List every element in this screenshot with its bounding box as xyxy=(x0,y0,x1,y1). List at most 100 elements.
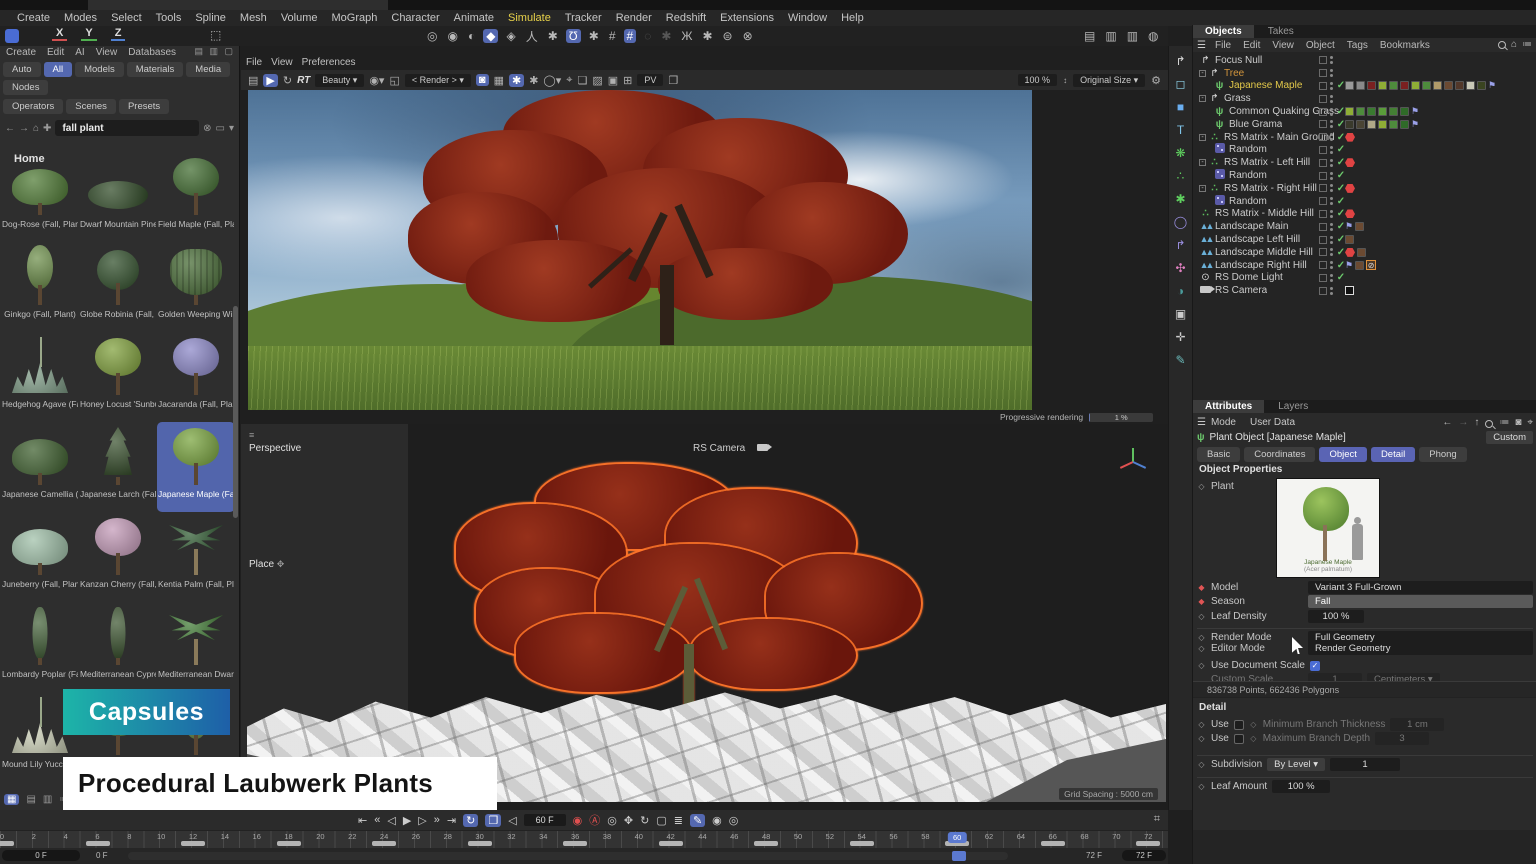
null-object-icon[interactable]: ↱ xyxy=(1175,54,1185,68)
menu-simulate[interactable]: Simulate xyxy=(501,12,558,24)
attributes-menu-mode[interactable]: Mode xyxy=(1211,417,1236,428)
grid-view-icon[interactable]: ▦ xyxy=(4,794,19,805)
object-row-japanese-maple[interactable]: ψJapanese Maple✓⚑ xyxy=(1193,80,1536,93)
object-tags[interactable] xyxy=(1345,133,1355,142)
subdivision-field[interactable]: 1 xyxy=(1330,758,1400,771)
key-diamond-icon[interactable]: ◇ xyxy=(1197,661,1206,670)
previous-key-icon[interactable]: « xyxy=(374,814,380,826)
visibility-toggles[interactable]: ✓ xyxy=(1319,183,1346,194)
object-row-landscape-main[interactable]: ▲▲Landscape Main✓⚑ xyxy=(1193,220,1536,233)
object-tags[interactable]: ⚑ xyxy=(1345,107,1419,116)
visibility-toggles[interactable]: ✓ xyxy=(1319,106,1346,117)
leaf-amount-field[interactable]: 100 % xyxy=(1272,780,1330,793)
filter-icon[interactable]: ≔ xyxy=(1499,417,1509,428)
timeline-ruler[interactable]: 0246810121416182022242628303234363840424… xyxy=(0,830,1168,849)
visibility-toggles[interactable]: ✓ xyxy=(1319,272,1346,283)
visibility-toggles[interactable]: ✓ xyxy=(1319,119,1346,130)
asset-item-hedgehog-agave-fall[interactable]: Hedgehog Agave (Fall... xyxy=(1,332,79,422)
keyframe-marker[interactable] xyxy=(277,841,301,846)
loop-icon[interactable]: ↻ xyxy=(463,814,478,827)
asset-tab-presets[interactable]: Presets xyxy=(119,99,169,114)
use-max-branch-checkbox[interactable] xyxy=(1234,734,1244,744)
grid-snap-settings-icon[interactable]: # xyxy=(624,29,637,43)
object-tags[interactable]: ⚑⊘ xyxy=(1345,260,1376,270)
field-object-icon[interactable]: ✣ xyxy=(1175,261,1185,275)
object-row-rs-camera[interactable]: RS Camera xyxy=(1193,284,1536,297)
back-icon[interactable]: ← xyxy=(5,123,15,134)
visibility-toggles[interactable]: ✓ xyxy=(1319,132,1346,143)
object-row-rs-dome-light[interactable]: ⊙RS Dome Light✓ xyxy=(1193,272,1536,285)
camera-label[interactable]: RS Camera xyxy=(693,443,745,454)
refresh-icon[interactable]: ↻ xyxy=(283,74,292,87)
asset-item-dog-rose-fall-plant[interactable]: Dog-Rose (Fall, Plant) xyxy=(1,152,79,242)
record-keyframe-icon[interactable]: ◉ xyxy=(573,814,583,827)
object-row-grass[interactable]: -↱Grass xyxy=(1193,92,1536,105)
expand-icon[interactable]: - xyxy=(1199,134,1206,141)
autokeying-icon[interactable]: ✎ xyxy=(690,814,705,827)
keyframe-marker[interactable] xyxy=(850,841,874,846)
menu-mesh[interactable]: Mesh xyxy=(233,12,274,24)
menu-redshift[interactable]: Redshift xyxy=(659,12,713,24)
render-sphere-icon[interactable]: ◍ xyxy=(1146,29,1160,43)
tab-takes[interactable]: Takes xyxy=(1256,25,1306,38)
plant-preview-thumbnail[interactable]: Japanese Maple (Acer palmatum) xyxy=(1276,478,1380,578)
filter-icon[interactable]: ≔ xyxy=(1522,39,1532,50)
spline-settings-icon[interactable]: ✱ xyxy=(700,29,714,43)
chevron-down-icon[interactable]: ▾ xyxy=(229,123,234,134)
section-tab-basic[interactable]: Basic xyxy=(1197,447,1240,462)
character-joint-tool-icon[interactable]: 人 xyxy=(524,28,540,45)
keyframe-marker[interactable] xyxy=(181,841,205,846)
compare-icon[interactable]: ◯▾ xyxy=(543,74,561,87)
autokey-ring-icon[interactable]: Ⓐ xyxy=(589,812,600,828)
asset-tab-auto[interactable]: Auto xyxy=(3,62,41,77)
asset-item-lombardy-poplar-fall[interactable]: Lombardy Poplar (Fall... xyxy=(1,602,79,692)
menu-mograph[interactable]: MoGraph xyxy=(325,12,385,24)
menu-help[interactable]: Help xyxy=(834,12,871,24)
visibility-toggles[interactable] xyxy=(1319,95,1346,103)
keyframe-marker[interactable] xyxy=(659,841,683,846)
asset-item-japanese-maple-fall[interactable]: Japanese Maple (Fall, ... xyxy=(157,422,235,512)
volume-object-icon[interactable]: ◑ xyxy=(1177,284,1184,298)
grid-snap-icon[interactable]: # xyxy=(607,29,618,43)
object-row-common-quaking-grass[interactable]: ψCommon Quaking Grass✓⚑ xyxy=(1193,105,1536,118)
section-tab-phong[interactable]: Phong xyxy=(1419,447,1466,462)
record-parameters-icon[interactable]: ≣ xyxy=(674,814,683,827)
custom-button[interactable]: Custom xyxy=(1486,431,1533,444)
sound-icon[interactable]: ◁ xyxy=(508,814,516,827)
simulation-cloth-icon[interactable]: Ʊ xyxy=(566,29,581,43)
key-diamond-icon[interactable]: ◇ xyxy=(1197,782,1206,791)
visibility-toggles[interactable]: ✓ xyxy=(1319,234,1346,245)
home-icon[interactable]: ⌂ xyxy=(1511,39,1517,50)
play-icon[interactable]: ▶ xyxy=(403,814,411,827)
range-track[interactable] xyxy=(128,852,1008,860)
expand-icon[interactable]: - xyxy=(1199,159,1206,166)
expand-icon[interactable]: - xyxy=(1199,185,1206,192)
image-add-icon[interactable]: ⊞ xyxy=(623,74,632,87)
back-icon[interactable]: ← xyxy=(1442,417,1452,428)
image-icon[interactable]: ▣ xyxy=(608,74,618,87)
range-end-field[interactable]: 72 F xyxy=(1122,850,1166,861)
object-row-rs-matrix-middle-hill[interactable]: ∴RS Matrix - Middle Hill✓ xyxy=(1193,208,1536,221)
mograph-tool-icon[interactable]: ◌ xyxy=(642,29,653,43)
object-menu-object[interactable]: Object xyxy=(1306,40,1335,51)
channel-icon[interactable]: ◉▾ xyxy=(369,74,384,87)
key-diamond-icon[interactable]: ◇ xyxy=(1197,734,1206,743)
null-target-icon[interactable]: ↱ xyxy=(1175,238,1185,252)
menu-character[interactable]: Character xyxy=(384,12,446,24)
menu-select[interactable]: Select xyxy=(104,12,149,24)
gear-icon[interactable]: ⚙ xyxy=(1151,74,1161,87)
asset-tab-media[interactable]: Media xyxy=(186,62,230,77)
object-row-landscape-left-hill[interactable]: ▲▲Landscape Left Hill✓ xyxy=(1193,233,1536,246)
mograph-settings-icon[interactable]: ✱ xyxy=(659,29,673,43)
detail-view-icon[interactable]: ▥ xyxy=(43,794,52,805)
object-menu-edit[interactable]: Edit xyxy=(1243,40,1260,51)
simulation-settings-icon[interactable]: ✱ xyxy=(587,29,601,43)
viewport-menu-icon[interactable]: ≡ xyxy=(249,430,254,440)
target-icon[interactable]: ⌖ xyxy=(1527,417,1533,428)
render-view-menu-preferences[interactable]: Preferences xyxy=(302,57,356,68)
season-dropdown[interactable]: Fall xyxy=(1308,595,1533,608)
asset-item-mediterranean-cypres[interactable]: Mediterranean Cypres... xyxy=(79,602,157,692)
spline-object-icon[interactable]: ◻ xyxy=(1176,77,1186,91)
snapshot-b-icon[interactable]: ✱ xyxy=(529,74,538,87)
zoom-field[interactable]: 100 % xyxy=(1018,74,1058,86)
